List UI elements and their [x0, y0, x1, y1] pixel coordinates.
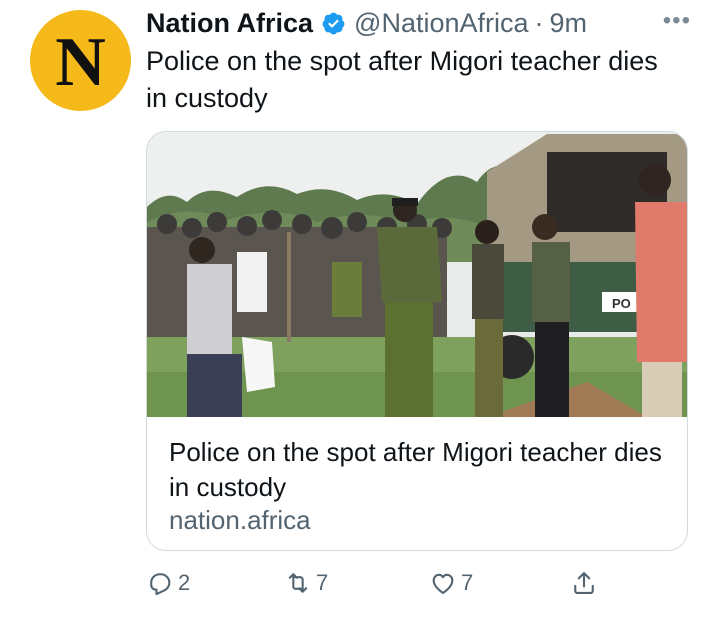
more-options-icon[interactable]: ••• [663, 6, 691, 36]
author-handle[interactable]: @NationAfrica [354, 8, 528, 39]
avatar[interactable]: N [30, 10, 131, 111]
card-image[interactable]: PO [147, 132, 688, 417]
link-card[interactable]: PO Police on the spot after Migori teach… [146, 131, 688, 551]
avatar-letter: N [55, 23, 106, 101]
retweet-icon [288, 573, 308, 593]
retweet-count: 7 [316, 570, 329, 595]
share-icon [574, 572, 594, 594]
card-title: Police on the spot after Migori teacher … [169, 437, 662, 502]
retweet-button[interactable]: 7 [284, 566, 328, 600]
reply-button[interactable]: 2 [146, 566, 190, 600]
timestamp[interactable]: 9m [550, 8, 588, 39]
like-button[interactable]: 7 [429, 566, 473, 600]
like-count: 7 [461, 570, 474, 595]
author-name[interactable]: Nation Africa [146, 8, 313, 39]
action-bar: 2 7 7 [146, 566, 606, 600]
card-domain: nation.africa [169, 505, 311, 535]
verified-badge-icon [322, 12, 345, 34]
separator-dot: · [534, 7, 544, 38]
reply-icon [150, 573, 171, 596]
tweet-header: Nation Africa @NationAfrica · 9m ••• [146, 6, 691, 40]
tweet-text: Police on the spot after Migori teacher … [146, 46, 658, 113]
reply-count: 2 [178, 570, 191, 595]
heart-icon [432, 573, 454, 594]
share-button[interactable] [570, 566, 598, 600]
truck-label: PO [612, 296, 631, 311]
